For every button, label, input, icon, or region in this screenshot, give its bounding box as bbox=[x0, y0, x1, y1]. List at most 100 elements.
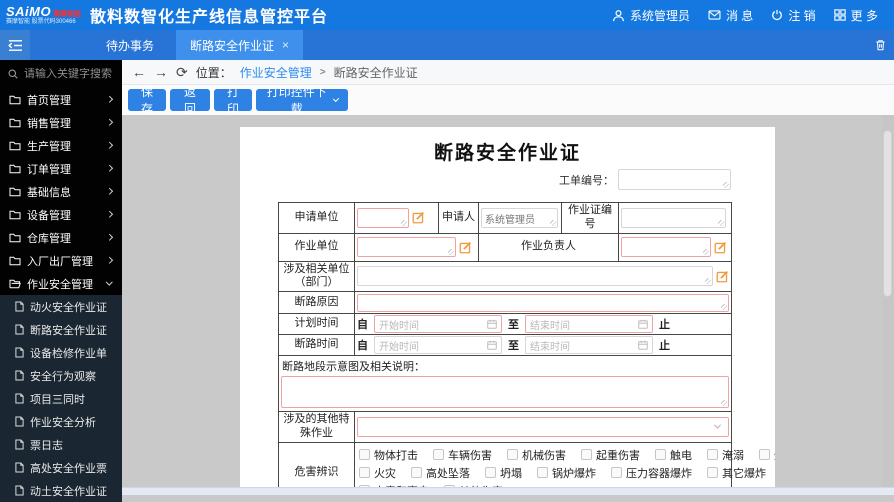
location-label: 位置： bbox=[195, 65, 232, 80]
applicant-input[interactable]: 系统管理员 bbox=[481, 207, 558, 228]
chevron-right-icon bbox=[105, 257, 112, 264]
sidebar-item-work-safety[interactable]: 作业安全管理 bbox=[0, 272, 122, 295]
edit-icon[interactable] bbox=[716, 270, 729, 283]
hazard-checkbox[interactable]: 物体打击 bbox=[359, 447, 418, 463]
close-tab-icon[interactable]: × bbox=[282, 39, 289, 51]
sidebar: 首页管理 销售管理 生产管理 订单管理 基础信息 设备管理 仓库管理 入厂出厂管… bbox=[0, 60, 122, 502]
search-input[interactable] bbox=[24, 68, 114, 80]
chevron-down-icon bbox=[105, 278, 112, 286]
break-end-date-input[interactable]: 结束时间 bbox=[525, 336, 653, 354]
breadcrumb-parent-link[interactable]: 作业安全管理 bbox=[240, 64, 312, 81]
checkbox-icon bbox=[411, 467, 422, 478]
logout-button[interactable]: 注 销 bbox=[771, 7, 816, 24]
more-button[interactable]: 更 多 bbox=[833, 7, 878, 24]
hazard-checkbox[interactable]: 起重伤害 bbox=[581, 447, 640, 463]
tab-todo[interactable]: 待办事务 bbox=[92, 30, 168, 60]
nav-forward-icon[interactable]: → bbox=[154, 65, 168, 79]
sidebar-item-production[interactable]: 生产管理 bbox=[0, 134, 122, 157]
saimo-logo: SAiMO 赛摩智能 赛摩智能 股票代码300466 bbox=[6, 5, 84, 25]
collapse-menu-icon bbox=[7, 39, 22, 51]
scrollbar-thumb[interactable] bbox=[883, 130, 892, 297]
related-units-input[interactable] bbox=[357, 266, 713, 287]
sidebar-item-home[interactable]: 首页管理 bbox=[0, 88, 122, 111]
sidebar-item-basic-info[interactable]: 基础信息 bbox=[0, 180, 122, 203]
sidebar-subitem-three-simultaneous[interactable]: 项目三同时 bbox=[0, 387, 122, 410]
hazard-checkbox[interactable]: 车辆伤害 bbox=[433, 447, 492, 463]
sidebar-subitem-ticket-log[interactable]: 票日志 bbox=[0, 433, 122, 456]
hazard-checkbox[interactable]: 锅炉爆炸 bbox=[537, 465, 596, 481]
diagram-label: 断路地段示意图及相关说明： bbox=[282, 361, 425, 373]
checkbox-icon bbox=[611, 467, 622, 478]
nav-back-icon[interactable]: ← bbox=[132, 65, 146, 79]
edit-icon[interactable] bbox=[714, 241, 727, 254]
work-leader-input[interactable] bbox=[621, 237, 711, 257]
sidebar-item-orders[interactable]: 订单管理 bbox=[0, 157, 122, 180]
breadcrumb-separator: > bbox=[319, 66, 326, 78]
calendar-icon bbox=[487, 319, 497, 329]
print-control-download-button[interactable]: 打印控件下载 bbox=[256, 85, 348, 116]
work-unit-label: 作业单位 bbox=[278, 232, 355, 262]
checkbox-icon bbox=[359, 449, 370, 460]
document-icon bbox=[15, 416, 24, 427]
hazard-checkbox[interactable]: 高处坠落 bbox=[411, 465, 470, 481]
tab-break-permit[interactable]: 断路安全作业证 × bbox=[176, 30, 304, 60]
messages-button[interactable]: 消 息 bbox=[708, 7, 753, 24]
order-no-input[interactable] bbox=[618, 169, 731, 190]
other-special-select[interactable] bbox=[357, 416, 729, 437]
back-button[interactable]: 返回 bbox=[170, 85, 210, 116]
plan-start-date-input[interactable]: 开始时间 bbox=[374, 315, 502, 333]
edit-icon[interactable] bbox=[459, 241, 472, 254]
open-folder-icon bbox=[9, 279, 21, 288]
break-start-date-input[interactable]: 开始时间 bbox=[374, 336, 502, 354]
form-toolbar: 保存 返回 打印 打印控件下载 bbox=[122, 85, 894, 116]
hazard-checkbox[interactable]: 淹溺 bbox=[707, 447, 744, 463]
vertical-scrollbar[interactable] bbox=[882, 115, 894, 487]
refresh-icon[interactable]: ⟳ bbox=[176, 65, 188, 79]
sidebar-subitem-maintenance-order[interactable]: 设备检修作业单 bbox=[0, 341, 122, 364]
calendar-icon bbox=[487, 340, 497, 350]
save-button[interactable]: 保存 bbox=[128, 85, 166, 116]
checkbox-icon bbox=[433, 449, 444, 460]
sidebar-subitem-circuit-break-permit[interactable]: 断路安全作业证 bbox=[0, 318, 122, 341]
work-unit-input[interactable] bbox=[357, 237, 456, 257]
sidebar-subitem-job-safety-analysis[interactable]: 作业安全分析 bbox=[0, 410, 122, 433]
edit-icon[interactable] bbox=[412, 211, 425, 224]
user-menu[interactable]: 系统管理员 bbox=[612, 7, 690, 24]
apply-unit-input[interactable] bbox=[357, 207, 409, 228]
break-reason-input[interactable] bbox=[357, 293, 729, 312]
chevron-down-icon bbox=[713, 421, 722, 429]
sidebar-collapse-button[interactable] bbox=[0, 30, 30, 60]
clear-tabs-button[interactable] bbox=[867, 30, 894, 60]
other-special-label: 涉及的其他特殊作业 bbox=[278, 411, 355, 443]
order-no-label: 工单编号： bbox=[559, 174, 614, 187]
hazard-checkbox[interactable]: 机械伤害 bbox=[507, 447, 566, 463]
hazard-checkbox[interactable]: 压力容器爆炸 bbox=[611, 465, 692, 481]
hazard-checkbox[interactable]: 坍塌 bbox=[485, 465, 522, 481]
form-page: 断路安全作业证 工单编号： 申请单位 申请人 系统管理员 作业证编号 作业单位 … bbox=[240, 127, 775, 487]
hazard-checkbox[interactable]: 触电 bbox=[655, 447, 692, 463]
plan-end-date-input[interactable]: 结束时间 bbox=[525, 315, 653, 333]
hazard-checkbox[interactable]: 其它爆炸 bbox=[707, 465, 766, 481]
sidebar-subitem-earthwork-permit[interactable]: 动土安全作业证 bbox=[0, 479, 122, 502]
sidebar-subitem-height-work-ticket[interactable]: 高处安全作业票 bbox=[0, 456, 122, 479]
sidebar-item-sales[interactable]: 销售管理 bbox=[0, 111, 122, 134]
checkbox-icon bbox=[655, 449, 666, 460]
sidebar-item-equipment[interactable]: 设备管理 bbox=[0, 203, 122, 226]
checkbox-icon bbox=[759, 449, 770, 460]
print-button[interactable]: 打印 bbox=[214, 85, 252, 116]
tab-bar: 待办事务 断路安全作业证 × bbox=[0, 30, 894, 60]
diagram-input[interactable] bbox=[281, 376, 729, 408]
hazard-checkbox[interactable]: 火灾 bbox=[359, 465, 396, 481]
sidebar-search[interactable] bbox=[0, 60, 122, 88]
permit-no-input[interactable] bbox=[621, 207, 726, 228]
horizontal-scrollbar[interactable] bbox=[122, 487, 894, 495]
sidebar-item-warehouse[interactable]: 仓库管理 bbox=[0, 226, 122, 249]
resize-grip[interactable] bbox=[723, 182, 729, 188]
sidebar-item-gate[interactable]: 入厂出厂管理 bbox=[0, 249, 122, 272]
applicant-label: 申请人 bbox=[438, 202, 479, 234]
hazard-checkbox[interactable]: 灼烫 bbox=[759, 447, 775, 463]
sidebar-subitem-hot-work-permit[interactable]: 动火安全作业证 bbox=[0, 295, 122, 318]
checkbox-icon bbox=[507, 449, 518, 460]
sidebar-subitem-behavior-observation[interactable]: 安全行为观察 bbox=[0, 364, 122, 387]
folder-icon bbox=[9, 118, 21, 127]
